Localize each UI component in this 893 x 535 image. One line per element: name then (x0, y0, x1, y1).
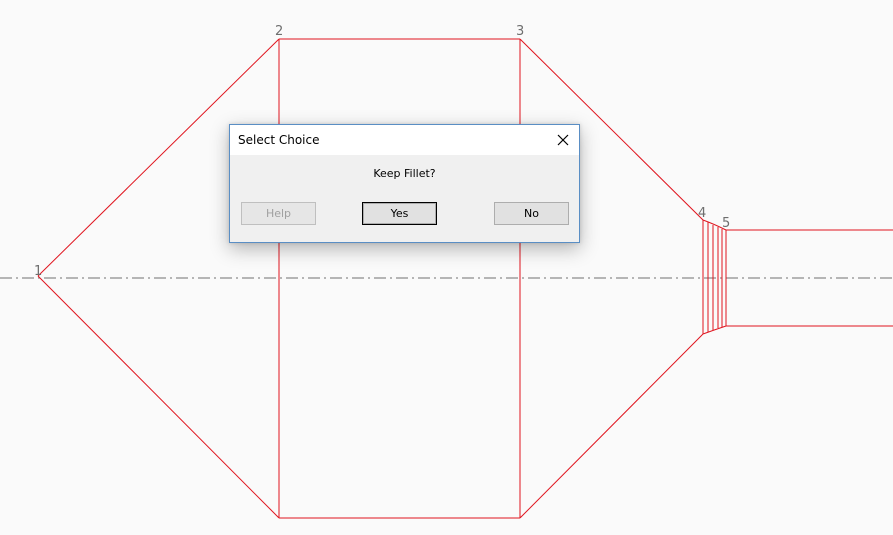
profile-edge-bottom-4[interactable] (519, 333, 704, 519)
help-button[interactable]: Help (241, 202, 316, 225)
dialog-message: Keep Fillet? (373, 167, 436, 180)
select-choice-dialog[interactable]: Select Choice Keep Fillet? Help Yes No (229, 124, 580, 243)
no-button[interactable]: No (494, 202, 569, 225)
yes-button[interactable]: Yes (362, 202, 437, 225)
drawing-canvas[interactable]: 1 2 3 4 5 (0, 0, 893, 535)
dialog-titlebar[interactable]: Select Choice (230, 125, 579, 155)
vertex-label-2: 2 (275, 24, 283, 39)
close-icon (557, 134, 569, 146)
vertex-label-5: 5 (722, 216, 730, 231)
close-button[interactable] (547, 125, 579, 155)
vertex-label-1: 1 (34, 264, 42, 279)
dialog-title: Select Choice (238, 133, 320, 147)
vertex-label-3: 3 (516, 24, 524, 39)
vertex-label-4: 4 (698, 206, 706, 221)
fillet-arc-bottom[interactable] (702, 325, 727, 335)
profile-edge-1-bottom[interactable] (37, 275, 280, 519)
